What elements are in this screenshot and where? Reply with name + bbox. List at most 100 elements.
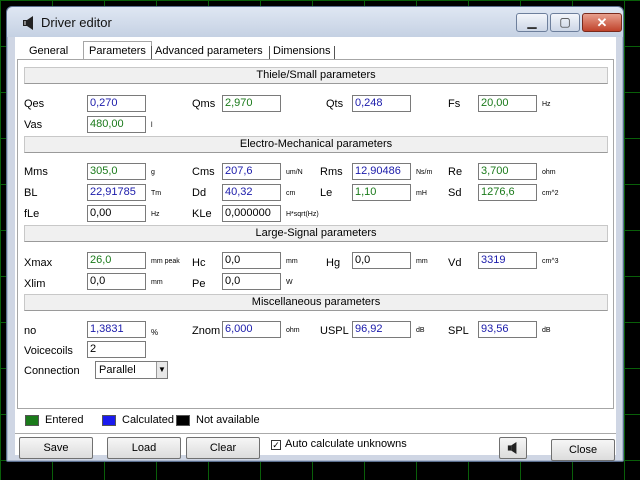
bl-field[interactable]: 22,91785 (87, 184, 146, 201)
label-mms: Mms (24, 166, 48, 178)
maximize-button[interactable]: ▢ (550, 13, 580, 32)
clear-button[interactable]: Clear (186, 437, 260, 459)
legend-swatch-entered (25, 415, 39, 426)
label-dd: Dd (192, 187, 207, 199)
label-sd: Sd (448, 187, 462, 199)
title-bar[interactable]: Driver editor ▁ ▢ ✕ (7, 7, 623, 37)
unit-hc: mm (286, 258, 298, 265)
close-button[interactable]: Close (551, 439, 615, 461)
qes-field[interactable]: 0,270 (87, 95, 146, 112)
auto-calculate-checkbox[interactable]: ✓ (271, 440, 281, 450)
speaker-button[interactable] (499, 437, 527, 459)
close-window-button[interactable]: ✕ (582, 13, 622, 32)
unit-vas: l (151, 122, 153, 129)
unit-fs: Hz (542, 101, 551, 108)
driver-editor-window: Driver editor ▁ ▢ ✕ General Parameters A… (6, 6, 624, 462)
unit-uspl: dB (416, 327, 425, 334)
unit-xmax: mm peak (151, 258, 180, 265)
xmax-field[interactable]: 26,0 (87, 252, 146, 269)
dd-field[interactable]: 40,32 (222, 184, 281, 201)
re-field[interactable]: 3,700 (478, 163, 537, 180)
tab-separator (151, 46, 152, 59)
sd-field[interactable]: 1276,6 (478, 184, 537, 201)
uspl-field[interactable]: 96,92 (352, 321, 411, 338)
minimize-button[interactable]: ▁ (516, 13, 548, 32)
label-hg: Hg (326, 257, 341, 269)
legend-calculated: Calculated (122, 414, 174, 426)
label-qts: Qts (326, 98, 344, 110)
label-znom: Znom (192, 325, 221, 337)
unit-hg: mm (416, 258, 428, 265)
window-title: Driver editor (41, 15, 112, 30)
unit-mms: g (151, 169, 155, 176)
section-header-electro-mechanical: Electro-Mechanical parameters (24, 136, 608, 153)
section-header-miscellaneous: Miscellaneous parameters (24, 294, 608, 311)
legend-not-available: Not available (196, 414, 260, 426)
auto-calculate-label[interactable]: Auto calculate unknowns (285, 438, 407, 450)
label-qms: Qms (192, 98, 216, 110)
unit-pe: W (286, 279, 293, 286)
unit-re: ohm (542, 169, 556, 176)
legend-entered: Entered (45, 414, 84, 426)
cms-field[interactable]: 207,6 (222, 163, 281, 180)
fs-field[interactable]: 20,00 (478, 95, 537, 112)
pe-field[interactable]: 0,0 (222, 273, 281, 290)
vas-field[interactable]: 480,00 (87, 116, 146, 133)
unit-le: mH (416, 190, 427, 197)
qts-field[interactable]: 0,248 (352, 95, 411, 112)
fle-field[interactable]: 0,00 (87, 205, 146, 222)
label-kle: KLe (192, 208, 212, 220)
speaker-icon (23, 16, 33, 30)
no-field[interactable]: 1,3831 (87, 321, 146, 338)
kle-field[interactable]: 0,000000 (222, 205, 281, 222)
connection-select[interactable]: Parallel ▼ (95, 361, 168, 379)
dialog-body: General Parameters Advanced parameters D… (15, 37, 616, 461)
qms-field[interactable]: 2,970 (222, 95, 281, 112)
unit-kle: H*sqrt(Hz) (286, 211, 319, 218)
xlim-field[interactable]: 0,0 (87, 273, 146, 290)
label-xlim: Xlim (24, 278, 46, 290)
close-icon: ✕ (596, 15, 608, 30)
le-field[interactable]: 1,10 (352, 184, 411, 201)
tab-separator (334, 46, 335, 59)
hc-field[interactable]: 0,0 (222, 252, 281, 269)
unit-cms: um/N (286, 169, 303, 176)
maximize-icon: ▢ (559, 15, 571, 29)
vd-field[interactable]: 3319 (478, 252, 537, 269)
znom-field[interactable]: 6,000 (222, 321, 281, 338)
legend-swatch-not-available (176, 415, 190, 426)
save-button[interactable]: Save (19, 437, 93, 459)
unit-znom: ohm (286, 327, 300, 334)
hg-field[interactable]: 0,0 (352, 252, 411, 269)
section-header-thiele-small: Thiele/Small parameters (24, 67, 608, 84)
label-cms: Cms (192, 166, 215, 178)
tab-advanced-parameters[interactable]: Advanced parameters (155, 45, 263, 57)
voicecoils-field[interactable]: 2 (87, 341, 146, 358)
mms-field[interactable]: 305,0 (87, 163, 146, 180)
unit-dd: cm (286, 190, 296, 197)
label-qes: Qes (24, 98, 45, 110)
label-pe: Pe (192, 278, 206, 290)
label-uspl: USPL (320, 325, 349, 337)
label-re: Re (448, 166, 463, 178)
unit-no: % (151, 328, 159, 337)
tab-separator (269, 46, 270, 59)
tab-parameters[interactable]: Parameters (83, 41, 152, 61)
unit-rms: Ns/m (416, 169, 433, 176)
label-connection: Connection (24, 365, 80, 377)
parameters-panel: Thiele/Small parameters Qes 0,270 Qms 2,… (17, 59, 614, 409)
label-spl: SPL (448, 325, 469, 337)
unit-vd: cm^3 (542, 258, 559, 265)
rms-field[interactable]: 12,90486 (352, 163, 411, 180)
unit-bl: Tm (151, 190, 162, 197)
unit-fle: Hz (151, 211, 160, 218)
spl-field[interactable]: 93,56 (478, 321, 537, 338)
label-no: no (24, 325, 37, 337)
tab-general[interactable]: General (29, 45, 68, 57)
load-button[interactable]: Load (107, 437, 181, 459)
tab-dimensions[interactable]: Dimensions (273, 45, 330, 57)
label-bl: BL (24, 187, 38, 199)
speaker-icon (507, 442, 517, 454)
label-vd: Vd (448, 257, 462, 269)
chevron-down-icon[interactable]: ▼ (156, 362, 167, 378)
